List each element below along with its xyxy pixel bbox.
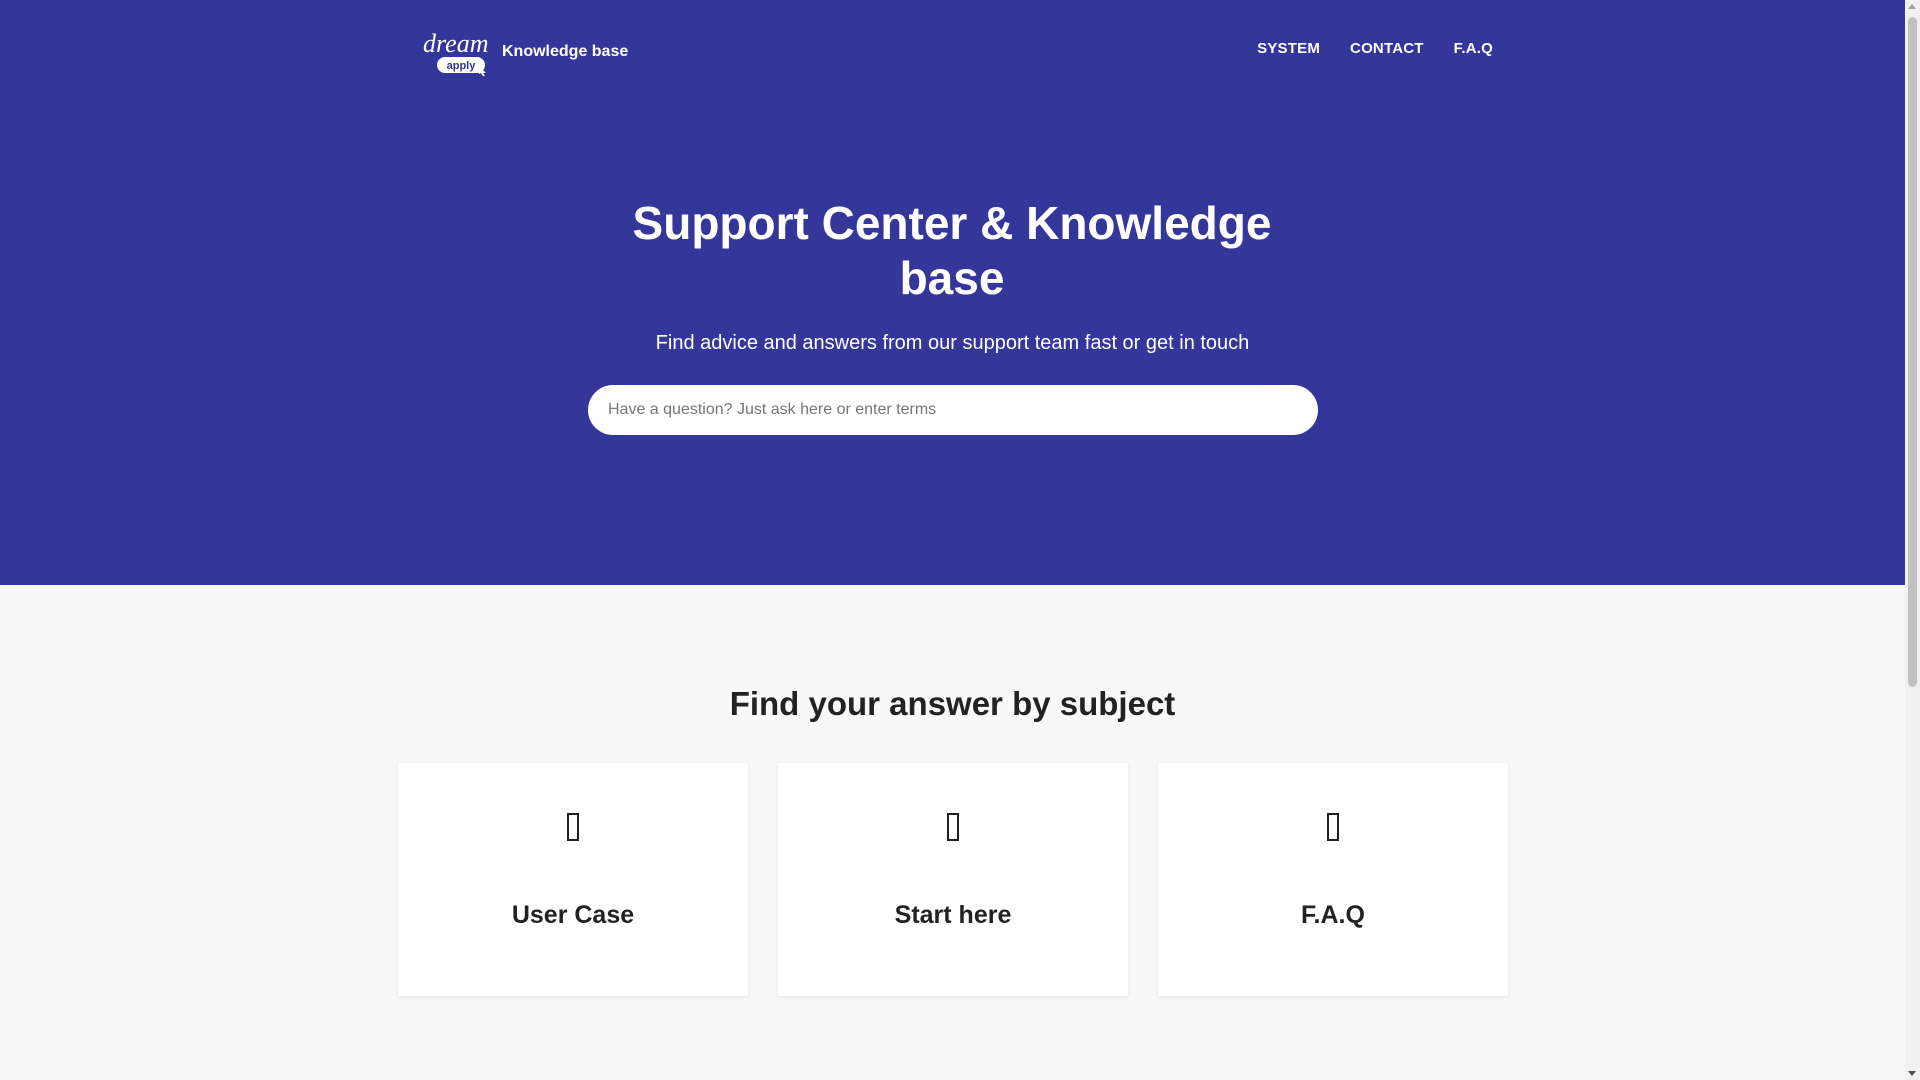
- subject-card-faq[interactable]: F.A.Q: [1158, 763, 1508, 996]
- subjects-title: Find your answer by subject: [729, 685, 1176, 722]
- hero-subtitle: Find advice and answers from our support…: [655, 332, 1250, 354]
- hero-title: Support Center & Knowledge base: [632, 197, 1272, 304]
- search-input[interactable]: [588, 385, 1318, 435]
- top-nav: SYSTEM CONTACT F.A.Q: [1257, 40, 1493, 57]
- nav-system[interactable]: SYSTEM: [1257, 40, 1320, 57]
- logo-wordmark: dream: [423, 29, 488, 58]
- nav-contact[interactable]: CONTACT: [1350, 40, 1424, 57]
- missing-glyph-icon: [567, 813, 579, 841]
- scroll-down-arrow-icon[interactable]: [1908, 1071, 1916, 1076]
- missing-glyph-icon: [1327, 813, 1339, 841]
- scroll-up-arrow-icon[interactable]: [1908, 4, 1916, 9]
- vertical-scrollbar[interactable]: [1905, 0, 1920, 1080]
- nav-faq[interactable]: F.A.Q: [1454, 40, 1493, 57]
- subject-card-label: F.A.Q: [1301, 901, 1365, 929]
- dreamapply-logo: dream apply: [423, 29, 488, 76]
- subject-card-label: Start here: [894, 901, 1012, 929]
- brand-label: Knowledge base: [502, 43, 629, 60]
- logo-subword: apply: [447, 60, 477, 72]
- subject-card-label: User Case: [511, 901, 635, 929]
- subject-card-user-case[interactable]: User Case: [398, 763, 748, 996]
- scrollbar-thumb[interactable]: [1908, 17, 1917, 687]
- page: dream apply Knowledge base SYSTEM CONTAC…: [0, 0, 1905, 1080]
- hero-section: dream apply Knowledge base SYSTEM CONTAC…: [0, 0, 1905, 585]
- missing-glyph-icon: [947, 813, 959, 841]
- subject-card-start-here[interactable]: Start here: [778, 763, 1128, 996]
- brand-link[interactable]: dream apply Knowledge base: [423, 28, 628, 76]
